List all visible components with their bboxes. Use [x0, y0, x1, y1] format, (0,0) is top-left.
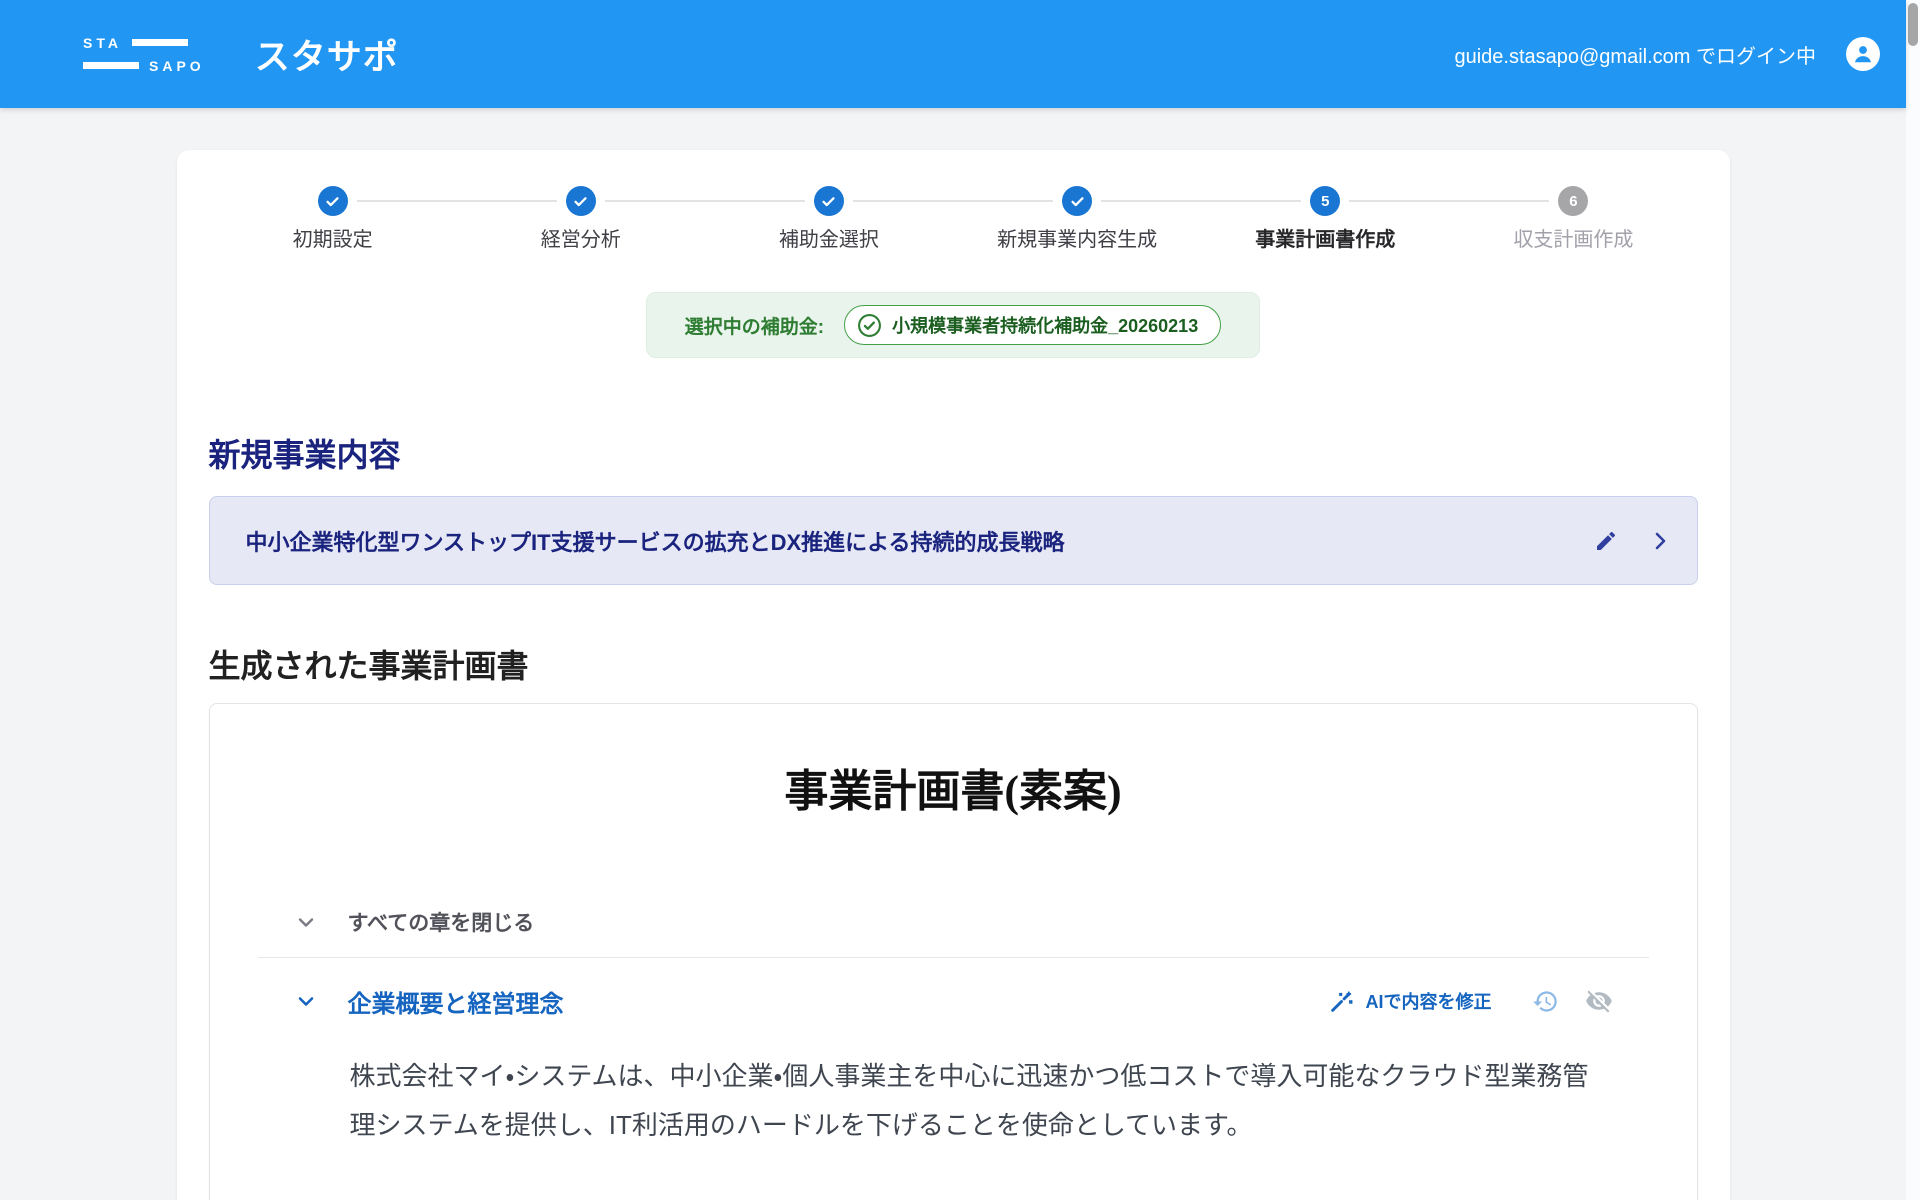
chapter-toggle[interactable]: 企業概要と経営理念 [294, 984, 564, 1019]
chapter-header-row: 企業概要と経営理念 AIで内容を修正 [258, 982, 1649, 1020]
selected-subsidy-box: 選択中の補助金: 小規模事業者持続化補助金_20260213 [646, 292, 1260, 358]
stepper-step-income-plan[interactable]: 6 収支計画作成 [1449, 186, 1697, 253]
selected-subsidy-label: 選択中の補助金: [685, 312, 824, 339]
step-label: 初期設定 [293, 227, 373, 253]
step-circle-2 [566, 186, 596, 216]
history-icon [1532, 988, 1559, 1015]
account-button[interactable] [1846, 37, 1880, 71]
edit-button[interactable] [1594, 529, 1618, 553]
stepper-step-business-plan[interactable]: 5 事業計画書作成 [1201, 186, 1449, 253]
history-button[interactable] [1532, 988, 1559, 1015]
scrollbar-thumb[interactable] [1908, 3, 1918, 46]
logo-row-bottom: SAPO [83, 59, 205, 73]
chapter-actions: AIで内容を修正 [1329, 987, 1649, 1015]
step-number: 5 [1321, 193, 1329, 210]
step-label: 補助金選択 [779, 227, 879, 253]
pencil-icon [1594, 529, 1618, 553]
step-circle-6: 6 [1558, 186, 1588, 216]
app-logo[interactable]: STA SAPO [83, 36, 205, 73]
logo-text-sapo: SAPO [149, 59, 205, 73]
chevron-down-icon [294, 910, 318, 934]
eye-off-icon [1585, 987, 1613, 1015]
selected-subsidy-value: 小規模事業者持続化補助金_20260213 [892, 312, 1198, 338]
new-business-heading: 新規事業内容 [209, 434, 1698, 476]
logo-row-top: STA [83, 36, 205, 50]
check-icon [324, 193, 341, 210]
new-business-item[interactable]: 中小企業特化型ワンストップIT支援サービスの拡充とDX推進による持続的成長戦略 [209, 496, 1698, 585]
new-business-title: 中小企業特化型ワンストップIT支援サービスの拡充とDX推進による持続的成長戦略 [246, 525, 1594, 557]
app-header: STA SAPO スタサポ guide.stasapo@gmail.com でロ… [0, 0, 1906, 108]
page: STA SAPO スタサポ guide.stasapo@gmail.com でロ… [0, 0, 1906, 1200]
step-label: 収支計画作成 [1513, 227, 1633, 253]
step-number: 6 [1569, 193, 1577, 210]
document-title: 事業計画書(素案) [258, 764, 1649, 820]
step-circle-5: 5 [1310, 186, 1340, 216]
stepper-step-subsidy-selection[interactable]: 補助金選択 [705, 186, 953, 253]
step-circle-3 [814, 186, 844, 216]
step-label: 新規事業内容生成 [997, 227, 1157, 253]
ai-edit-label: AIで内容を修正 [1366, 988, 1492, 1014]
divider [258, 957, 1649, 958]
step-label: 経営分析 [541, 227, 621, 253]
logo-bar-bottom [83, 62, 139, 69]
check-icon [572, 193, 589, 210]
step-circle-4 [1062, 186, 1092, 216]
selected-subsidy-chip: 小規模事業者持続化補助金_20260213 [844, 305, 1221, 345]
collapse-all-chapters-button[interactable]: すべての章を閉じる [258, 908, 1649, 936]
chapter-body-text: 株式会社マイ・システムは、中小企業・個人事業主を中心に迅速かつ低コストで導入可能… [350, 1052, 1612, 1150]
stepper-step-initial-setup[interactable]: 初期設定 [209, 186, 457, 253]
main-content-card: 初期設定 経営分析 補助金選択 [177, 150, 1730, 1200]
login-status-text: guide.stasapo@gmail.com でログイン中 [1454, 40, 1816, 69]
check-icon [820, 193, 837, 210]
open-detail-button[interactable] [1648, 529, 1672, 553]
collapse-all-label: すべての章を閉じる [348, 907, 535, 937]
logo-bar-top [132, 39, 188, 46]
check-icon [1069, 193, 1086, 210]
chevron-down-icon [294, 989, 318, 1013]
step-circle-1 [318, 186, 348, 216]
stepper-step-new-business-generation[interactable]: 新規事業内容生成 [953, 186, 1201, 253]
hide-chapter-button[interactable] [1585, 987, 1613, 1015]
stepper-step-business-analysis[interactable]: 経営分析 [457, 186, 705, 253]
step-label: 事業計画書作成 [1255, 227, 1395, 253]
logo-text-sta: STA [83, 36, 122, 50]
magic-wand-icon [1329, 989, 1354, 1014]
chevron-right-icon [1648, 529, 1672, 553]
circle-check-icon [857, 313, 882, 338]
progress-stepper: 初期設定 経営分析 補助金選択 [209, 186, 1698, 253]
scrollbar-track[interactable] [1906, 0, 1920, 1200]
business-plan-document-card: 事業計画書(素案) すべての章を閉じる 企業概要と経営理念 [209, 703, 1698, 1200]
app-title: スタサポ [255, 29, 399, 80]
chapter-title: 企業概要と経営理念 [348, 984, 564, 1019]
new-business-actions [1594, 529, 1672, 553]
ai-edit-button[interactable]: AIで内容を修正 [1329, 988, 1492, 1014]
generated-plan-heading: 生成された事業計画書 [209, 645, 1698, 687]
person-icon [1850, 41, 1876, 67]
